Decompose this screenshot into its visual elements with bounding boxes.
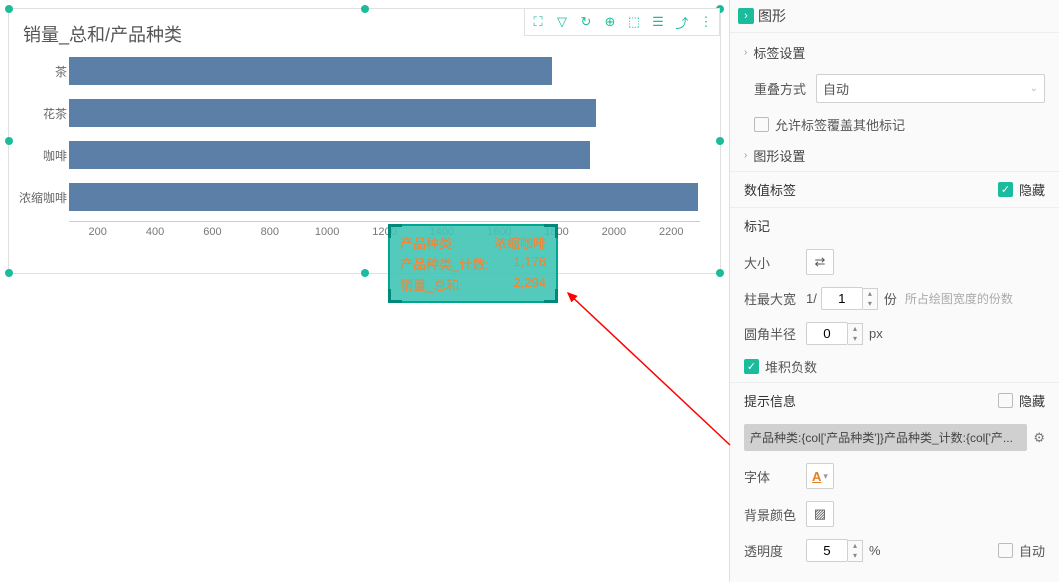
allow-cover-label: 允许标签覆盖其他标记 (775, 115, 905, 134)
overlap-select[interactable]: 自动 ⌄ (816, 74, 1045, 103)
hint-title: 提示信息 (744, 391, 796, 410)
corner-radius-input[interactable] (806, 322, 848, 345)
hint-hidden-checkbox[interactable] (998, 393, 1013, 408)
tooltip-label: 销量_总和: (400, 275, 463, 294)
chart-box[interactable]: ⛶ ▽ ↻ ⊕ ⬚ ☰ ⤴ ⋮ 销量_总和/产品种类 茶 花茶 (8, 8, 721, 274)
hidden-label: 隐藏 (1019, 180, 1045, 199)
chart-body: 茶 花茶 咖啡 浓缩咖啡 200 400 600 (9, 53, 720, 258)
bar-label: 浓缩咖啡 (15, 189, 67, 206)
size-settings-icon[interactable]: ⇄ (806, 249, 834, 275)
bar-label: 茶 (15, 63, 67, 80)
resize-handle[interactable] (361, 5, 369, 13)
opacity-label: 透明度 (744, 541, 806, 560)
panel-header: › 图形 (730, 0, 1059, 33)
stack-neg-checkbox[interactable]: ✓ (744, 359, 759, 374)
gear-icon[interactable]: ⚙ (1033, 430, 1045, 446)
bg-color-button[interactable]: ▨ (806, 501, 834, 527)
bar-label: 咖啡 (15, 147, 67, 164)
font-settings-button[interactable]: A▾ (806, 463, 834, 489)
annotation-arrow (560, 285, 740, 455)
bar-label: 花茶 (15, 105, 67, 122)
opacity-auto-checkbox[interactable] (998, 543, 1013, 558)
more-icon[interactable]: ⋮ (695, 11, 717, 33)
zoom-icon[interactable]: ⊕ (599, 11, 621, 33)
tooltip-value: 1,176 (513, 254, 546, 273)
x-tick: 2000 (585, 226, 642, 238)
resize-handle[interactable] (5, 269, 13, 277)
marker-title: 标记 (744, 216, 770, 235)
resize-handle[interactable] (5, 5, 13, 13)
stack-neg-label: 堆积负数 (765, 357, 817, 376)
expand-icon[interactable]: ⛶ (527, 11, 549, 33)
side-panel: › 图形 › 标签设置 重叠方式 自动 ⌄ 允许标签覆盖其他标记 › 图形 (729, 0, 1059, 582)
hidden-label: 隐藏 (1019, 391, 1045, 410)
bar[interactable] (69, 57, 552, 85)
bar[interactable] (69, 183, 698, 211)
tooltip-value: 浓缩咖啡 (494, 233, 546, 252)
corner-radius-label: 圆角半径 (744, 324, 806, 343)
opacity-input[interactable] (806, 539, 848, 562)
bg-label: 背景颜色 (744, 505, 806, 524)
chart-tooltip: 产品种类: 浓缩咖啡 产品种类_计数: 1,176 销量_总和: 2,294 (388, 224, 558, 303)
bar-width-label: 柱最大宽 (744, 289, 806, 308)
auto-label: 自动 (1019, 541, 1045, 560)
x-tick: 2200 (643, 226, 700, 238)
corner-radius-spinner[interactable]: ▴▾ (848, 323, 863, 345)
section-label-settings[interactable]: › 标签设置 (730, 37, 1059, 68)
bar[interactable] (69, 141, 590, 169)
font-label: 字体 (744, 467, 806, 486)
resize-handle[interactable] (361, 269, 369, 277)
panel-title: 图形 (758, 6, 786, 26)
filter-icon[interactable]: ▽ (551, 11, 573, 33)
chart-toolbar: ⛶ ▽ ↻ ⊕ ⬚ ☰ ⤴ ⋮ (524, 8, 720, 36)
x-tick: 800 (241, 226, 298, 238)
x-tick: 400 (126, 226, 183, 238)
rotate-icon[interactable]: ↻ (575, 11, 597, 33)
resize-handle[interactable] (716, 269, 724, 277)
tooltip-label: 产品种类: (400, 233, 456, 252)
tooltip-label: 产品种类_计数: (400, 254, 489, 273)
bar-width-spinner[interactable]: ▴▾ (863, 288, 878, 310)
x-tick: 1000 (298, 226, 355, 238)
chevron-right-icon: › (744, 47, 747, 58)
tooltip-value: 2,294 (513, 275, 546, 294)
x-tick: 200 (69, 226, 126, 238)
chart-area: ⛶ ▽ ↻ ⊕ ⬚ ☰ ⤴ ⋮ 销量_总和/产品种类 茶 花茶 (0, 0, 729, 582)
chevron-right-icon: › (744, 150, 747, 161)
x-tick: 600 (184, 226, 241, 238)
bar[interactable] (69, 99, 596, 127)
x-axis: 200 400 600 800 1000 1200 1400 1600 1800… (69, 221, 700, 238)
hint-template-field[interactable]: 产品种类:{col['产品种类']}产品种类_计数:{col['产... (744, 424, 1027, 451)
data-label-hidden-checkbox[interactable]: ✓ (998, 182, 1013, 197)
overlap-label: 重叠方式 (754, 79, 816, 98)
section-shape-settings[interactable]: › 图形设置 (730, 140, 1059, 171)
collapse-panel-icon[interactable]: › (738, 8, 754, 24)
allow-cover-checkbox[interactable] (754, 117, 769, 132)
chevron-down-icon: ⌄ (1030, 83, 1038, 94)
bar-width-input[interactable] (821, 287, 863, 310)
list-icon[interactable]: ☰ (647, 11, 669, 33)
export-icon[interactable]: ⤴ (671, 11, 693, 33)
size-label: 大小 (744, 253, 806, 272)
opacity-spinner[interactable]: ▴▾ (848, 540, 863, 562)
data-label-title: 数值标签 (744, 180, 796, 199)
select-icon[interactable]: ⬚ (623, 11, 645, 33)
bar-width-hint: 所占绘图宽度的份数 (905, 290, 1013, 307)
